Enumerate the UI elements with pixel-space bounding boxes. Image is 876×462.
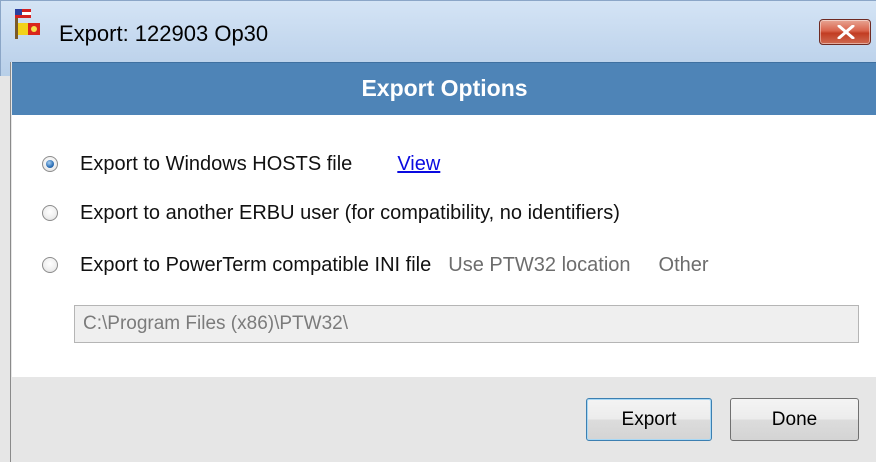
view-hosts-link[interactable]: View: [397, 153, 440, 176]
option-erbu-user[interactable]: Export to another ERBU user (for compati…: [42, 199, 620, 227]
option-hosts-file-label[interactable]: Export to Windows HOSTS file: [80, 153, 352, 176]
window-title: Export: 122903 Op30: [59, 21, 269, 46]
radio-hosts-file[interactable]: [42, 156, 58, 172]
option-hosts-file[interactable]: Export to Windows HOSTS file View: [42, 150, 440, 178]
radio-erbu-user[interactable]: [42, 205, 58, 221]
options-header: Export Options: [12, 62, 876, 115]
options-header-title: Export Options: [361, 75, 528, 101]
option-powerterm-ini[interactable]: Export to PowerTerm compatible INI file …: [42, 251, 709, 279]
ini-path-field[interactable]: C:\Program Files (x86)\PTW32\: [74, 305, 859, 343]
close-icon: [837, 25, 855, 39]
done-button[interactable]: Done: [730, 398, 859, 441]
use-ptw32-location-option[interactable]: Use PTW32 location: [448, 254, 630, 277]
option-erbu-user-label[interactable]: Export to another ERBU user (for compati…: [80, 202, 620, 225]
screen: Export: 122903 Op30 Export Options Expor…: [0, 0, 876, 462]
close-button[interactable]: [819, 19, 871, 45]
export-dialog: Export: 122903 Op30 Export Options Expor…: [0, 0, 876, 462]
other-location-option[interactable]: Other: [659, 254, 709, 277]
dialog-body: Export Options Export to Windows HOSTS f…: [10, 62, 876, 462]
app-flag-icon: [15, 9, 40, 39]
option-powerterm-ini-label[interactable]: Export to PowerTerm compatible INI file: [80, 254, 431, 277]
export-button[interactable]: Export: [586, 398, 712, 441]
radio-powerterm-ini[interactable]: [42, 257, 58, 273]
